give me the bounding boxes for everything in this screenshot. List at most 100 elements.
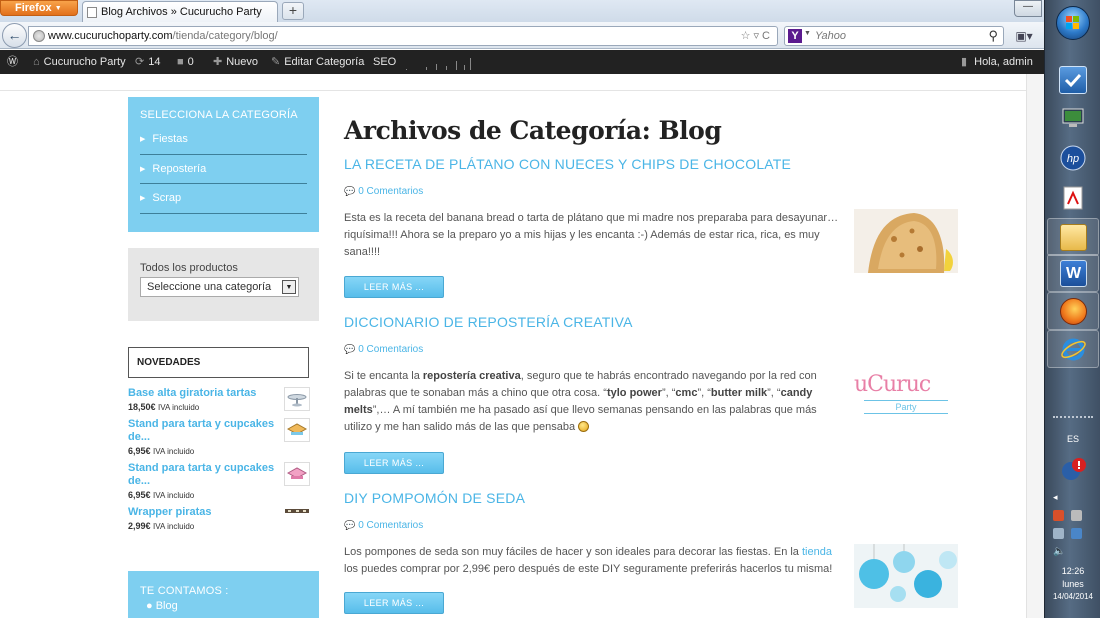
- admin-bar-updates[interactable]: ⟳ 14: [135, 50, 160, 74]
- te-contamos-list: ● Blog: [140, 600, 319, 612]
- computer-icon[interactable]: [1059, 104, 1087, 132]
- admin-bar-edit-category[interactable]: ✎ Editar Categoría: [271, 50, 364, 74]
- comments-label: 0 Comentarios: [358, 186, 424, 197]
- post-title-link[interactable]: DIY POMPOMÓN DE SEDA: [344, 490, 964, 506]
- post-comments-link[interactable]: 💬 0 Comentarios: [344, 186, 423, 197]
- search-icon[interactable]: ⚲: [988, 28, 998, 44]
- tray-device-icon[interactable]: [1071, 510, 1082, 521]
- checkmark-app-icon[interactable]: [1059, 66, 1087, 94]
- tray-grip: [1053, 416, 1093, 422]
- explorer-taskbar-button[interactable]: [1047, 218, 1099, 256]
- tray-expand-icon[interactable]: ◂: [1047, 492, 1099, 503]
- post-comments-link[interactable]: 💬 0 Comentarios: [344, 520, 423, 531]
- admin-bar-site-name[interactable]: ⌂ Cucurucho Party: [33, 50, 126, 74]
- tab-blog-archivos[interactable]: Blog Archivos » Cucurucho Party: [82, 1, 278, 22]
- url-host: www.cucuruchoparty.com: [48, 30, 173, 42]
- product-link[interactable]: Base alta giratoria tartas: [128, 387, 278, 400]
- page-scrollbar[interactable]: [1026, 74, 1044, 618]
- network-icon[interactable]: [1053, 528, 1064, 539]
- clock-time[interactable]: 12:26: [1047, 566, 1099, 576]
- post-excerpt: Esta es la receta del banana bread o tar…: [344, 212, 839, 258]
- tab-strip: Firefox ▼ Blog Archivos » Cucurucho Party…: [0, 0, 1044, 22]
- category-item-scrap[interactable]: ▶ Scrap: [140, 184, 307, 214]
- clock-day[interactable]: lunes: [1047, 579, 1099, 589]
- start-button[interactable]: [1056, 6, 1090, 40]
- chevron-down-icon[interactable]: ▼: [282, 280, 296, 294]
- tienda-link[interactable]: tienda: [802, 546, 832, 558]
- dropdown-icon[interactable]: ▿: [754, 30, 763, 42]
- category-item-reposteria[interactable]: ▶ Repostería: [140, 155, 307, 184]
- price-value: 6,95€: [128, 490, 151, 500]
- tray-app-icon[interactable]: [1053, 510, 1064, 521]
- read-more-button[interactable]: LEER MÁS ...: [344, 592, 444, 614]
- notification-area: ES ◂ 🔈 12:26 lunes 14/04/2014: [1047, 412, 1099, 618]
- search-input[interactable]: Y ▼ Yahoo ⚲: [784, 26, 1004, 46]
- category-select[interactable]: Seleccione una categoría ▼: [140, 277, 299, 297]
- price-value: 2,99€: [128, 521, 151, 531]
- list-item: Stand para tarta y cupcakes de... 6,95€ …: [128, 462, 313, 502]
- product-thumbnail[interactable]: [284, 387, 310, 411]
- arrow-left-icon: ←: [7, 27, 22, 43]
- post-thumbnail-logo[interactable]: uCuruc Party: [854, 366, 958, 430]
- products-widget: Todos los productos Seleccione una categ…: [128, 248, 319, 321]
- clock-date[interactable]: 14/04/2014: [1047, 592, 1099, 601]
- admin-bar-user[interactable]: ▮ Hola, admin: [961, 50, 1033, 74]
- alert-icon[interactable]: [1059, 456, 1087, 484]
- back-button[interactable]: ←: [2, 23, 27, 48]
- updates-count: 14: [148, 56, 161, 68]
- triangle-right-icon: ▶: [140, 165, 146, 173]
- windows-logo-icon: [1066, 16, 1080, 30]
- category-widget: Selecciona la categoría ▶ Fiestas ▶ Repost…: [128, 97, 319, 232]
- read-more-button[interactable]: LEER MÁS ...: [344, 276, 444, 298]
- product-thumbnail[interactable]: [284, 462, 310, 486]
- category-item-fiestas[interactable]: ▶ Fiestas: [140, 125, 307, 155]
- category-select-value: Seleccione una categoría: [147, 281, 272, 293]
- pdf-icon[interactable]: [1059, 184, 1087, 212]
- product-thumbnail[interactable]: [284, 418, 310, 442]
- bookmarks-menu-button[interactable]: ▣▾: [1009, 26, 1039, 46]
- chevron-down-icon[interactable]: ▼: [804, 30, 811, 37]
- firefox-taskbar-button[interactable]: [1047, 292, 1099, 330]
- reload-icon[interactable]: C: [762, 30, 773, 42]
- post-excerpt: Los pompones de seda son muy fáciles de …: [344, 544, 844, 578]
- post-thumbnail-pompones[interactable]: [854, 544, 958, 608]
- site-name-label: Cucurucho Party: [43, 56, 126, 68]
- tray-security-icon[interactable]: [1071, 528, 1082, 539]
- folder-icon: [1060, 224, 1087, 251]
- tax-note: IVA incluido: [153, 447, 195, 456]
- excerpt-text: ”, “: [767, 387, 781, 399]
- admin-bar-comments[interactable]: ■ 0: [177, 50, 194, 74]
- product-thumbnail[interactable]: [284, 506, 310, 516]
- admin-bar-new[interactable]: ✚ Nuevo: [213, 50, 258, 74]
- list-item: Stand para tarta y cupcakes de... 6,95€ …: [128, 418, 313, 458]
- te-contamos-item-blog[interactable]: ● Blog: [146, 600, 319, 612]
- post-thumbnail-banana-bread[interactable]: [854, 209, 958, 273]
- list-item: Base alta giratoria tartas 18,50€ IVA in…: [128, 387, 313, 414]
- post-comments-link[interactable]: 💬 0 Comentarios: [344, 344, 423, 355]
- url-bar[interactable]: www.cucuruchoparty.com/tienda/category/b…: [28, 26, 778, 46]
- admin-bar-seo[interactable]: SEO: [373, 50, 396, 74]
- word-taskbar-button[interactable]: W: [1047, 254, 1099, 292]
- main-column: Archivos de Categoría: Blog LA RECETA DE…: [344, 74, 964, 618]
- firefox-menu-button[interactable]: Firefox ▼: [0, 0, 78, 16]
- product-link[interactable]: Wrapper piratas: [128, 506, 278, 519]
- yahoo-icon[interactable]: Y: [788, 29, 802, 43]
- logo-wordmark: uCuruc: [854, 372, 931, 397]
- post-title-link[interactable]: LA RECETA DE PLÁTANO CON NUECES Y CHIPS …: [344, 156, 964, 172]
- hp-icon[interactable]: hp: [1059, 144, 1087, 172]
- product-link[interactable]: Stand para tarta y cupcakes de...: [128, 418, 278, 444]
- ie-taskbar-button[interactable]: [1047, 330, 1099, 368]
- post-title-link[interactable]: DICCIONARIO DE REPOSTERÍA CREATIVA: [344, 314, 964, 330]
- minimize-window-button[interactable]: —: [1014, 0, 1042, 17]
- te-contamos-label: Blog: [155, 600, 178, 612]
- price-value: 18,50€: [128, 402, 156, 412]
- product-link[interactable]: Stand para tarta y cupcakes de...: [128, 462, 278, 488]
- url-path: /tienda/category/blog/: [172, 30, 278, 42]
- read-more-button[interactable]: LEER MÁS ...: [344, 452, 444, 474]
- new-tab-button[interactable]: +: [282, 2, 304, 20]
- wordpress-logo-icon[interactable]: Ⓦ: [7, 50, 18, 74]
- bookmark-star-icon[interactable]: ☆: [741, 30, 754, 42]
- post-diy-pompomon: DIY POMPOMÓN DE SEDA 💬 0 Comentarios Los …: [344, 490, 964, 614]
- language-indicator[interactable]: ES: [1047, 434, 1099, 444]
- volume-icon[interactable]: 🔈: [1047, 546, 1099, 557]
